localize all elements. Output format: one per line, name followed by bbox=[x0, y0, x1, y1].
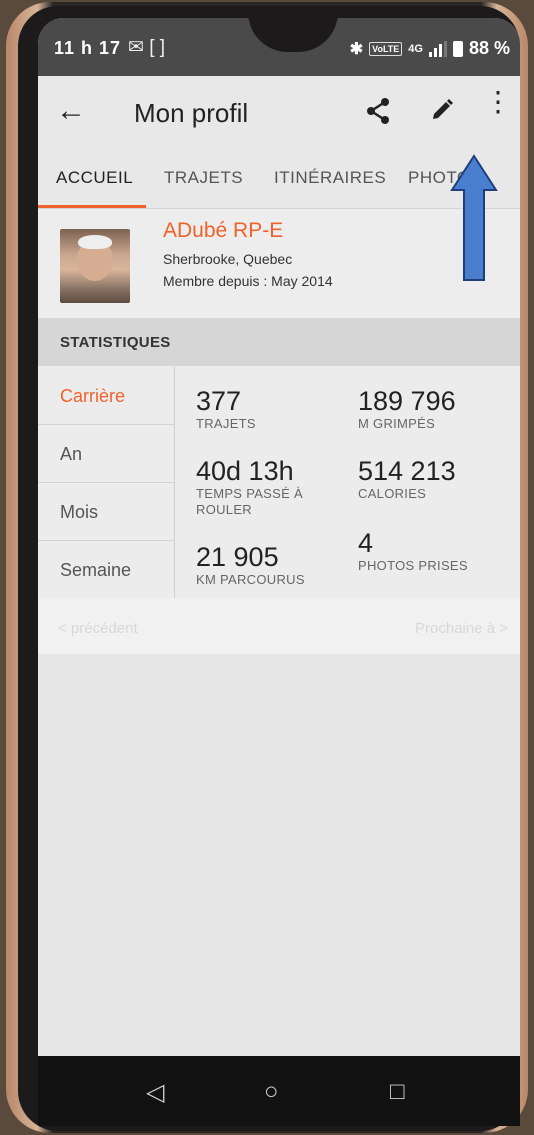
more-options-icon[interactable]: ⋮ bbox=[484, 88, 512, 116]
period-label: Mois bbox=[60, 502, 99, 522]
profile-name: ADubé RP-E bbox=[163, 219, 284, 242]
nav-home-icon[interactable]: ○ bbox=[264, 1078, 279, 1106]
stat-label: KM PARCOURUS bbox=[196, 572, 305, 587]
stat-value: 40d 13h bbox=[196, 456, 294, 486]
period-label: An bbox=[60, 444, 83, 464]
stat-label: CALORIES bbox=[358, 486, 427, 501]
stats-title: STATISTIQUES bbox=[60, 334, 171, 351]
period-career[interactable]: Carrière bbox=[38, 366, 174, 425]
stat-photos: 4 PHOTOS PRISES bbox=[358, 528, 508, 574]
empty-content-area bbox=[38, 654, 520, 1056]
stat-distance: 21 905 KM PARCOURUS bbox=[196, 542, 346, 588]
stats-header: STATISTIQUES bbox=[38, 318, 520, 366]
bluetooth-icon: ✱ bbox=[349, 40, 364, 58]
share-icon[interactable] bbox=[364, 96, 392, 131]
tab-itineraires[interactable]: ITINÉRAIRES bbox=[274, 168, 386, 188]
annotation-arrow bbox=[450, 154, 498, 281]
period-label: Semaine bbox=[60, 560, 132, 580]
next-link[interactable]: Prochaine à > bbox=[415, 620, 508, 637]
camera-notch bbox=[248, 18, 338, 52]
stat-value: 21 905 bbox=[196, 542, 279, 572]
tab-trajets[interactable]: TRAJETS bbox=[164, 168, 243, 188]
pager-row: < précédent Prochaine à > bbox=[38, 598, 520, 654]
status-time: 11 h 17 bbox=[54, 38, 122, 58]
period-year[interactable]: An bbox=[38, 424, 174, 483]
tab-bar: ACCUEIL TRAJETS ITINÉRAIRES PHOTOS bbox=[38, 148, 520, 208]
stat-value: 4 bbox=[358, 528, 374, 558]
tab-accueil[interactable]: ACCUEIL bbox=[56, 168, 133, 188]
stat-calories: 514 213 CALORIES bbox=[358, 456, 508, 502]
previous-link[interactable]: < précédent bbox=[58, 620, 138, 637]
battery-icon bbox=[452, 40, 463, 57]
signal-icon bbox=[428, 40, 447, 57]
stat-label: TEMPS PASSÉ À ROULER bbox=[196, 486, 303, 517]
nav-back-icon[interactable]: ◁ bbox=[146, 1078, 164, 1107]
profile-city: Sherbrooke, Quebec bbox=[163, 251, 293, 267]
phone-screen: 11 h 17 ✉ [ ] ✱ VoLTE 4G 88 % ← Mon prof… bbox=[38, 18, 520, 1056]
stat-rides: 377 TRAJETS bbox=[196, 386, 346, 432]
avatar-hair bbox=[78, 235, 112, 249]
status-right-icons: ✱ VoLTE 4G 88 % bbox=[350, 38, 510, 59]
period-label: Carrière bbox=[60, 386, 126, 406]
back-arrow-icon[interactable]: ← bbox=[56, 94, 86, 128]
stat-value: 377 bbox=[196, 386, 242, 416]
stats-divider bbox=[174, 366, 175, 598]
stat-label: M GRIMPÉS bbox=[358, 416, 436, 431]
profile-header: ADubé RP-E Sherbrooke, Quebec Membre dep… bbox=[38, 208, 520, 319]
stat-label: TRAJETS bbox=[196, 416, 256, 431]
edit-pencil-icon[interactable] bbox=[430, 98, 454, 127]
nav-recents-icon[interactable]: □ bbox=[390, 1078, 405, 1106]
stat-label: PHOTOS PRISES bbox=[358, 558, 468, 573]
system-nav-bar: ◁ ○ □ bbox=[38, 1056, 520, 1126]
stats-panel: Carrière An Mois Semaine 377 TRAJETS 189… bbox=[38, 366, 520, 599]
stat-elevation: 189 796 M GRIMPÉS bbox=[358, 386, 508, 432]
stat-time: 40d 13h TEMPS PASSÉ À ROULER bbox=[196, 456, 346, 518]
avatar bbox=[60, 229, 130, 303]
network-type: 4G bbox=[408, 42, 423, 55]
battery-level: 88 % bbox=[468, 38, 510, 58]
period-month[interactable]: Mois bbox=[38, 482, 174, 541]
profile-member-since: Membre depuis : May 2014 bbox=[163, 273, 333, 289]
status-notification-icons: ✉ [ ] bbox=[128, 37, 166, 58]
page-title: Mon profil bbox=[134, 98, 249, 128]
volte-icon: VoLTE bbox=[369, 41, 403, 56]
stat-value: 189 796 bbox=[358, 386, 456, 416]
app-bar: ← Mon profil ⋮ bbox=[38, 76, 520, 148]
period-week[interactable]: Semaine bbox=[38, 540, 174, 598]
status-bar: 11 h 17 ✉ [ ] ✱ VoLTE 4G 88 % bbox=[38, 18, 520, 76]
stat-value: 514 213 bbox=[358, 456, 456, 486]
